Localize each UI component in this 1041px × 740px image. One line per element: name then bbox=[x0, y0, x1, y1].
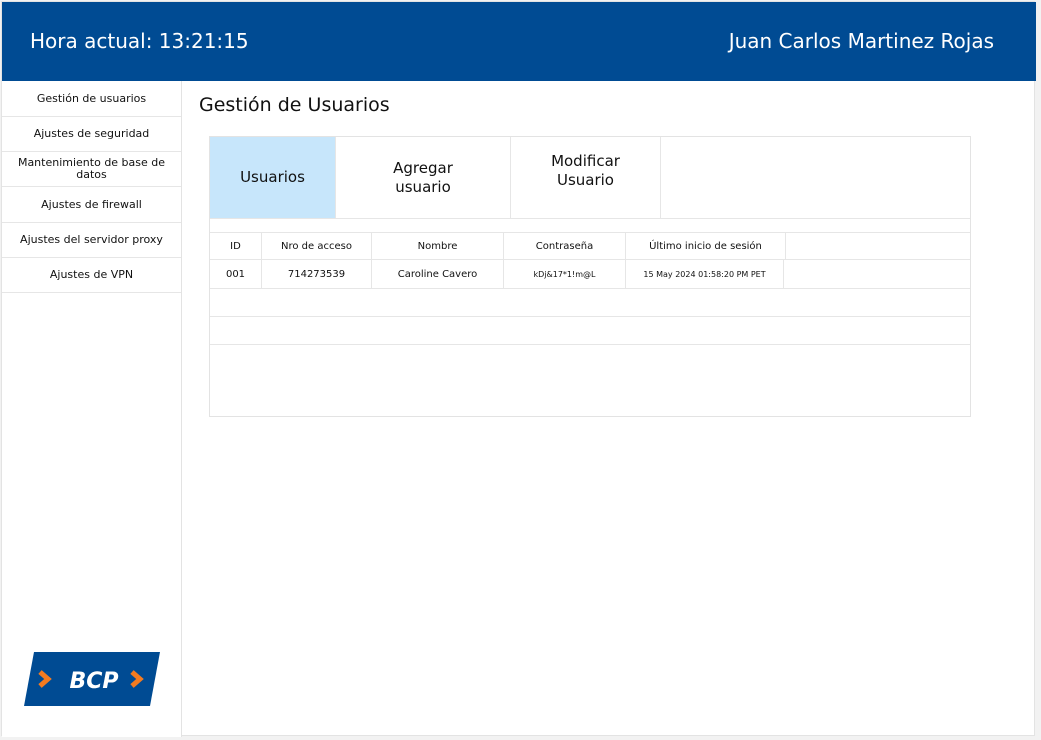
column-header-password: Contraseña bbox=[504, 233, 626, 259]
sidebar-item-user-management[interactable]: Gestión de usuarios bbox=[2, 81, 181, 117]
tab-users[interactable]: Usuarios bbox=[210, 137, 335, 218]
user-name[interactable]: Juan Carlos Martinez Rojas bbox=[729, 29, 994, 53]
tab-label: Agregar usuario bbox=[393, 158, 453, 196]
column-header-id: ID bbox=[210, 233, 262, 259]
sidebar-item-label: Ajustes de seguridad bbox=[33, 127, 150, 140]
current-time: Hora actual: 13:21:15 bbox=[30, 29, 249, 53]
tabs-divider bbox=[210, 218, 970, 219]
sidebar-item-firewall-settings[interactable]: Ajustes de firewall bbox=[2, 187, 181, 223]
page-title: Gestión de Usuarios bbox=[199, 94, 390, 116]
bcp-logo: BCP bbox=[24, 652, 160, 706]
sidebar-item-label: Ajustes de firewall bbox=[41, 197, 142, 211]
cell-id: 001 bbox=[210, 260, 262, 288]
user-management-panel: Usuarios Agregar usuario Modificar Usuar… bbox=[209, 136, 971, 417]
column-header-name: Nombre bbox=[372, 233, 504, 259]
cell-password: kDj&17*1!m@L bbox=[504, 260, 626, 288]
table-row[interactable] bbox=[210, 317, 970, 345]
sidebar-item-label: Ajustes del servidor proxy bbox=[20, 233, 163, 246]
column-header-last-login: Último inicio de sesión bbox=[626, 233, 786, 259]
cell-last-login: 15 May 2024 01:58:20 PM PET bbox=[626, 260, 784, 288]
logo-text: BCP bbox=[69, 669, 118, 694]
sidebar-item-vpn-settings[interactable]: Ajustes de VPN bbox=[2, 258, 181, 293]
tab-label: Usuarios bbox=[240, 168, 305, 186]
sidebar: Gestión de usuarios Ajustes de seguridad… bbox=[2, 81, 182, 737]
table-row[interactable] bbox=[210, 289, 970, 317]
sidebar-item-label: Mantenimiento de base de datos bbox=[17, 156, 166, 181]
tab-add-user[interactable]: Agregar usuario bbox=[335, 137, 511, 218]
sidebar-item-database-maintenance[interactable]: Mantenimiento de base de datos bbox=[2, 152, 181, 187]
table-row[interactable]: 001 714273539 Caroline Cavero kDj&17*1!m… bbox=[210, 260, 970, 289]
cell-access-number: 714273539 bbox=[262, 260, 372, 288]
sidebar-item-label: Ajustes de VPN bbox=[49, 268, 134, 281]
sidebar-item-security-settings[interactable]: Ajustes de seguridad bbox=[2, 117, 181, 152]
app-window: Hora actual: 13:21:15 Juan Carlos Martin… bbox=[1, 1, 1036, 737]
top-header: Hora actual: 13:21:15 Juan Carlos Martin… bbox=[2, 2, 1036, 81]
column-header-access-number: Nro de acceso bbox=[262, 233, 372, 259]
table-header-row: ID Nro de acceso Nombre Contraseña Últim… bbox=[210, 232, 970, 260]
sidebar-item-label: Gestión de usuarios bbox=[36, 91, 147, 105]
tab-label: Modificar Usuario bbox=[551, 151, 620, 189]
cell-name: Caroline Cavero bbox=[372, 260, 504, 288]
sidebar-item-proxy-settings[interactable]: Ajustes del servidor proxy bbox=[2, 223, 181, 258]
tab-modify-user[interactable]: Modificar Usuario bbox=[511, 137, 661, 218]
